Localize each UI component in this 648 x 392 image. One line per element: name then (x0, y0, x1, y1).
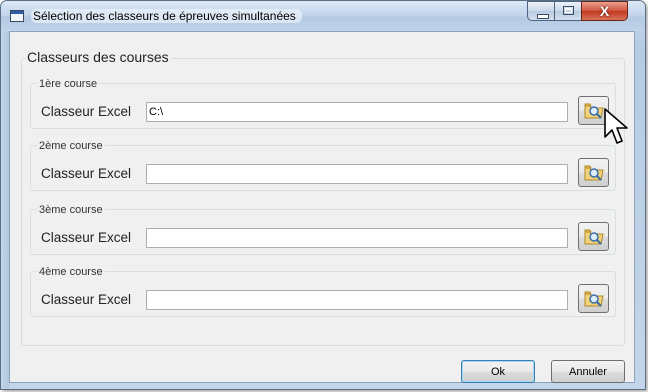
course-label: 2ème course (37, 139, 105, 154)
classeur-excel-label: Classeur Excel (41, 104, 132, 119)
dialog-client-area: Classeurs des courses 1ère course Classe… (9, 31, 635, 383)
cancel-button[interactable]: Annuler (551, 360, 625, 383)
group-classeurs-des-courses: Classeurs des courses 1ère course Classe… (21, 50, 625, 346)
browse-button-4[interactable] (578, 284, 609, 313)
maximize-icon (563, 6, 574, 15)
window-app-icon[interactable] (10, 10, 24, 22)
close-button[interactable]: X (581, 1, 628, 21)
classeur-path-input-2[interactable] (146, 164, 568, 184)
maximize-button[interactable] (554, 1, 582, 21)
group-course-4: 4ème course Classeur Excel (30, 265, 616, 317)
classeur-path-input-4[interactable] (146, 290, 568, 310)
window-title: Sélection des classeurs de épreuves simu… (31, 9, 302, 23)
minimize-icon (537, 14, 549, 19)
classeur-excel-label: Classeur Excel (41, 230, 132, 245)
folder-search-icon (584, 291, 604, 307)
classeur-path-input-1[interactable] (146, 102, 568, 122)
group-course-2: 2ème course Classeur Excel (30, 139, 616, 191)
mouse-cursor-icon (604, 108, 628, 144)
folder-search-icon (584, 165, 604, 181)
course-label: 4ème course (37, 265, 105, 280)
browse-button-2[interactable] (578, 158, 609, 187)
minimize-button[interactable] (527, 1, 555, 21)
classeur-path-input-3[interactable] (146, 228, 568, 248)
close-icon: X (599, 3, 610, 19)
group-title: Classeurs des courses (25, 49, 171, 65)
ok-button[interactable]: Ok (461, 360, 535, 383)
browse-button-3[interactable] (578, 222, 609, 251)
window-border (1, 31, 9, 389)
group-course-1: 1ère course Classeur Excel (30, 77, 616, 129)
classeur-excel-label: Classeur Excel (41, 166, 132, 181)
group-course-3: 3ème course Classeur Excel (30, 203, 616, 255)
folder-search-icon (584, 229, 604, 245)
course-label: 3ème course (37, 203, 105, 218)
folder-search-icon (584, 103, 604, 119)
classeur-excel-label: Classeur Excel (41, 292, 132, 307)
dialog-window: Sélection des classeurs de épreuves simu… (0, 0, 646, 390)
title-bar[interactable]: Sélection des classeurs de épreuves simu… (1, 1, 645, 31)
course-label: 1ère course (37, 77, 100, 92)
